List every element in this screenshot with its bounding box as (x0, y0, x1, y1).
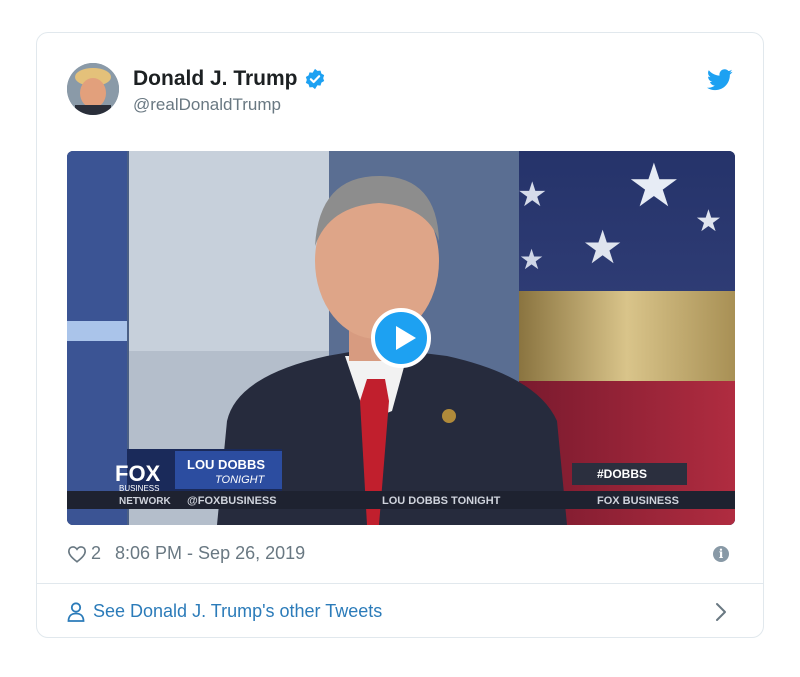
other-tweets-label[interactable]: See Donald J. Trump's other Tweets (93, 601, 382, 622)
lower-third-show: LOU DOBBS (187, 457, 265, 472)
hashtag-label: #DOBBS (597, 467, 647, 481)
author-name[interactable]: Donald J. Trump (133, 67, 298, 91)
lower-third-sub: TONIGHT (215, 474, 266, 486)
svg-text:★: ★ (519, 243, 544, 276)
svg-text:★: ★ (517, 175, 547, 215)
play-icon[interactable] (371, 308, 431, 368)
other-tweets-link[interactable]: See Donald J. Trump's other Tweets (67, 601, 382, 622)
heart-icon[interactable] (67, 545, 87, 563)
tweet-timestamp[interactable]: 8:06 PM - Sep 26, 2019 (115, 543, 305, 564)
author-handle[interactable]: @realDonaldTrump (133, 95, 281, 115)
network-label: NETWORK (119, 496, 171, 507)
verified-badge-icon (305, 68, 324, 90)
svg-text:★: ★ (582, 220, 623, 274)
avatar-image (67, 63, 119, 115)
ticker-handle: @FOXBUSINESS (187, 495, 277, 507)
twitter-bird-icon[interactable] (707, 69, 733, 91)
person-icon (67, 601, 85, 622)
svg-text:★: ★ (627, 151, 681, 221)
ticker-show: LOU DOBBS TONIGHT (382, 495, 501, 507)
info-icon[interactable]: i (713, 546, 729, 562)
ticker-network: FOX BUSINESS (597, 495, 679, 507)
like-count[interactable]: 2 (91, 543, 101, 564)
tweet-card: Donald J. Trump @realDonaldTrump ★ ★ ★ ★… (36, 32, 764, 638)
author-name-row[interactable]: Donald J. Trump (133, 67, 326, 91)
tweet-footer: 2 8:06 PM - Sep 26, 2019 (67, 543, 305, 564)
chevron-right-icon[interactable] (715, 602, 727, 622)
footer-divider (37, 583, 763, 584)
author-avatar[interactable] (67, 63, 119, 115)
svg-text:★: ★ (695, 204, 722, 239)
network-logo: FOX (115, 461, 161, 486)
video-player[interactable]: ★ ★ ★ ★ ★ LOU DOBBS TONIGHT FOX BUSINESS… (67, 151, 735, 525)
